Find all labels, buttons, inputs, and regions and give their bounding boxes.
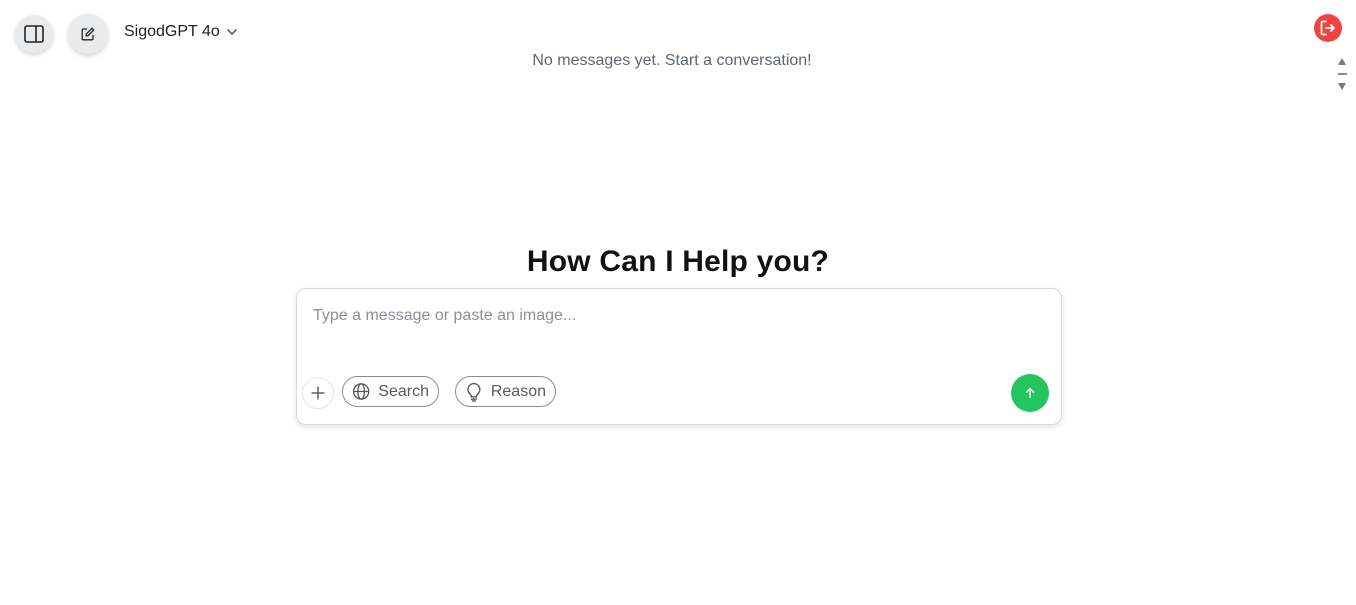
model-name: SigodGPT 4o <box>124 23 220 40</box>
empty-conversation-message: No messages yet. Start a conversation! <box>532 52 812 69</box>
message-input[interactable] <box>313 307 1033 325</box>
chat-app: SigodGPT 4o No messages yet. Start a con… <box>0 0 1356 605</box>
arrow-up-icon <box>1025 387 1035 399</box>
message-composer: Search Reason <box>296 288 1062 425</box>
plus-icon <box>311 386 325 400</box>
send-button[interactable] <box>1011 374 1049 412</box>
search-toggle-button[interactable]: Search <box>342 376 439 407</box>
scroll-up-arrow-icon[interactable] <box>1338 58 1346 65</box>
model-selector[interactable]: SigodGPT 4o <box>124 23 238 41</box>
reason-toggle-button[interactable]: Reason <box>455 376 556 407</box>
hero-title: How Can I Help you? <box>526 245 830 278</box>
sidebar-icon <box>24 25 44 43</box>
lightbulb-icon <box>467 382 481 402</box>
scrollbar[interactable] <box>1335 55 1350 93</box>
scroll-down-arrow-icon[interactable] <box>1338 83 1346 90</box>
search-label: Search <box>378 382 429 400</box>
globe-icon <box>352 383 370 400</box>
chevron-down-icon <box>226 28 237 36</box>
reason-label: Reason <box>490 382 546 400</box>
scrollbar-thumb[interactable] <box>1338 73 1347 75</box>
attach-button[interactable] <box>302 377 334 409</box>
logout-icon <box>1320 20 1335 36</box>
sidebar-toggle-button[interactable] <box>15 15 53 53</box>
logout-button[interactable] <box>1314 14 1342 42</box>
edit-icon <box>81 27 95 41</box>
new-chat-button[interactable] <box>68 14 108 54</box>
